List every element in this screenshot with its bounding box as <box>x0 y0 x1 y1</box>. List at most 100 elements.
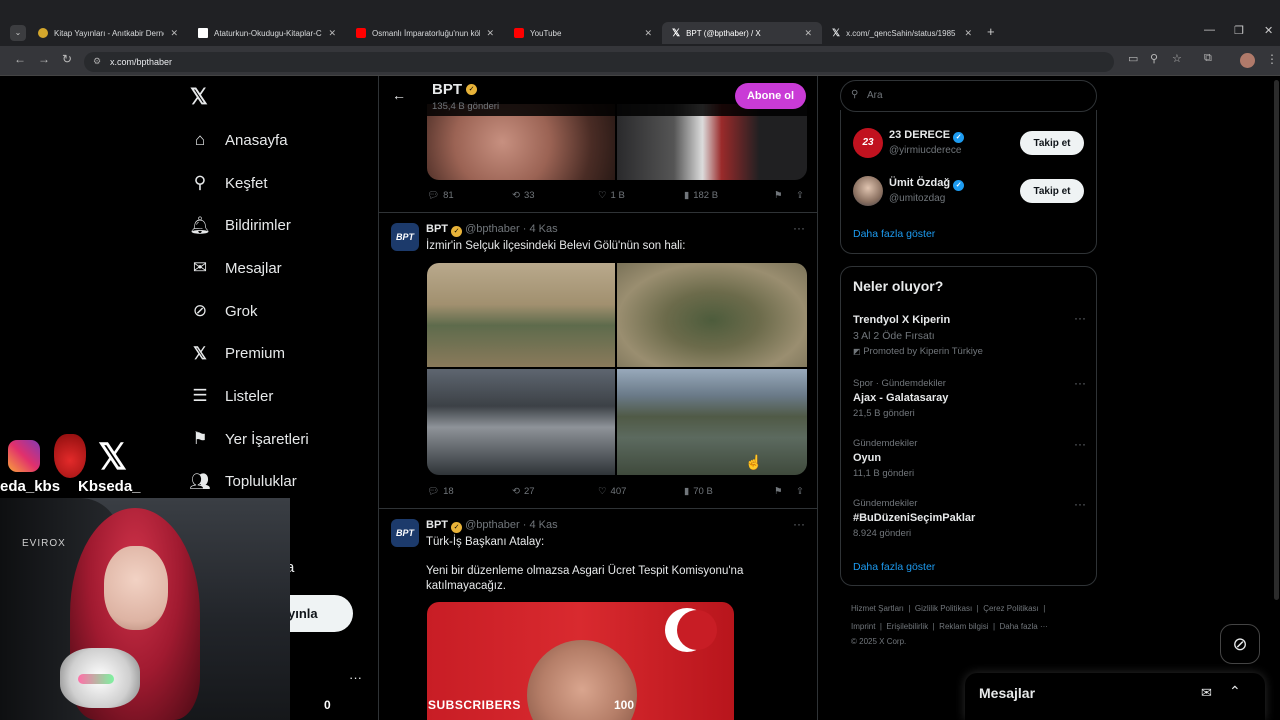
views-button[interactable]: ▮ 182 B <box>684 190 774 201</box>
views-button[interactable]: ▮ 70 B <box>684 486 774 497</box>
back-arrow-icon[interactable]: ← <box>392 87 406 103</box>
tab-close-icon[interactable]: ✕ <box>170 28 178 39</box>
nav-item-bookmarks[interactable]: ⚑ Yer İşaretleri <box>190 418 370 461</box>
new-message-icon[interactable]: ✉ <box>1201 685 1212 701</box>
minimize-button[interactable]: — <box>1204 24 1215 36</box>
avatar[interactable] <box>853 176 883 206</box>
tweet[interactable]: BPT BPT ✓ @bpthaber · 4 Kas ··· Türk-İş B… <box>379 509 817 720</box>
account-more-icon[interactable]: ··· <box>349 670 362 685</box>
suggested-account-name[interactable]: Ümit Özdağ ✓ <box>889 177 965 191</box>
messages-drawer[interactable]: Mesajlar ✉ ⌃ <box>965 673 1265 720</box>
nav-item-home[interactable]: ⌂ Anasayfa <box>190 119 370 162</box>
nav-item-notifications[interactable]: 🔔︎ Bildirimler <box>189 204 370 247</box>
search-input[interactable]: ⚲ Ara <box>840 80 1097 112</box>
back-arrow-icon[interactable]: ← <box>14 52 26 66</box>
like-button[interactable]: ♡ 1 B <box>598 190 684 201</box>
trend-item[interactable]: Spor · Gündemdekiler Ajax - Galatasaray … <box>853 378 1093 419</box>
browser-tab[interactable]: 𝕏x.com/_qencSahin/status/1985 ✕ <box>822 22 982 44</box>
new-tab-button[interactable]: + <box>987 24 995 39</box>
show-more-link[interactable]: Daha fazla göster <box>853 228 935 240</box>
extensions-icon[interactable]: ⧉ <box>1204 52 1212 65</box>
tab-close-icon[interactable]: ✕ <box>644 28 652 39</box>
footer-link[interactable]: Hizmet Şartları <box>851 604 904 613</box>
more-options-icon[interactable]: ··· <box>1074 437 1086 451</box>
zoom-icon[interactable]: ⚲ <box>1150 52 1158 65</box>
browser-tab[interactable]: YouTube ✕ <box>504 22 662 44</box>
home-icon: ⌂ <box>194 130 206 150</box>
show-more-link[interactable]: Daha fazla göster <box>853 561 935 573</box>
avatar[interactable]: 23 <box>853 128 883 158</box>
page-scrollbar[interactable] <box>1274 80 1279 600</box>
follow-button[interactable]: Takip et <box>1020 179 1084 203</box>
browser-tab[interactable]: Kitap Yayınları - Anıtkabir Derne ✕ <box>28 22 188 44</box>
bookmark-star-icon[interactable]: ☆ <box>1172 52 1182 65</box>
retweet-button[interactable]: ⟲ 27 <box>512 486 598 497</box>
footer-link[interactable]: Erişilebilirlik <box>886 622 928 631</box>
gold-verified-icon: ✓ <box>451 522 462 533</box>
footer-link[interactable]: Imprint <box>851 622 875 631</box>
nav-item-premium[interactable]: 𝕏 Premium <box>190 332 370 375</box>
tab-close-icon[interactable]: ✕ <box>328 28 336 39</box>
nav-item-messages[interactable]: ✉ Mesajlar <box>190 247 370 290</box>
nav-item-lists[interactable]: ☰ Listeler <box>190 375 370 418</box>
reply-button[interactable]: 💬︎ 18 <box>427 486 512 497</box>
x-logo-icon[interactable]: 𝕏 <box>190 84 208 110</box>
install-app-icon[interactable]: ▭ <box>1128 52 1138 65</box>
footer-link[interactable]: Reklam bilgisi <box>939 622 988 631</box>
bookmark-icon[interactable]: ⚑ <box>774 190 796 201</box>
suggested-account-name[interactable]: 23 DERECE ✓ <box>889 129 965 143</box>
footer-link[interactable]: Gizlilik Politikası <box>915 604 972 613</box>
more-options-icon[interactable]: ··· <box>1074 311 1086 325</box>
nav-item-grok[interactable]: ⊘ Grok <box>190 290 370 333</box>
tab-close-icon[interactable]: ✕ <box>804 28 812 39</box>
tweet-image[interactable] <box>427 263 615 367</box>
nav-item-explore[interactable]: ⚲ Keşfet <box>190 162 370 205</box>
tweet-text: Türk-İş Başkanı Atalay: <box>426 536 545 548</box>
more-options-icon[interactable]: ··· <box>1074 497 1086 511</box>
instagram-handle: eda_kbs <box>0 478 61 495</box>
bookmark-icon[interactable]: ⚑ <box>774 486 796 497</box>
more-options-icon[interactable]: ··· <box>793 517 805 531</box>
follow-button[interactable]: Takip et <box>1020 131 1084 155</box>
avatar[interactable]: BPT <box>391 223 419 251</box>
forward-arrow-icon[interactable]: → <box>38 52 50 66</box>
tweet-meta: BPT ✓ @bpthaber · 4 Kas <box>426 223 558 237</box>
trend-item[interactable]: Gündemdekiler Oyun 11,1 B gönderi <box>853 438 1093 479</box>
reply-button[interactable]: 💬︎ 81 <box>427 190 512 201</box>
messages-drawer-title: Mesajlar <box>979 685 1036 701</box>
browser-tab-active[interactable]: 𝕏 BPT (@bpthaber) / X ✕ <box>662 22 822 44</box>
grok-floating-button[interactable]: ⊘ <box>1220 624 1260 664</box>
subscribe-button[interactable]: Abone ol <box>735 83 806 109</box>
tab-close-icon[interactable]: ✕ <box>486 28 494 39</box>
share-icon[interactable]: ⇪ <box>796 486 804 497</box>
reload-icon[interactable]: ↻ <box>62 52 72 66</box>
mouse-cursor-icon: ☝ <box>745 454 763 470</box>
tab-close-icon[interactable]: ✕ <box>964 28 972 39</box>
maximize-button[interactable]: ❐ <box>1234 24 1244 37</box>
retweet-button[interactable]: ⟲ 33 <box>512 190 598 201</box>
close-window-button[interactable]: ✕ <box>1264 24 1273 37</box>
like-button[interactable]: ♡ 407 <box>598 486 684 497</box>
tweet-image[interactable] <box>617 263 807 367</box>
tweet-image[interactable] <box>427 369 615 475</box>
url-text: x.com/bpthaber <box>110 57 173 67</box>
browser-tab[interactable]: Ataturkun-Okudugu-Kitaplar-C ✕ <box>188 22 346 44</box>
tweet-image[interactable] <box>617 369 807 475</box>
footer-link[interactable]: Çerez Politikası <box>983 604 1039 613</box>
browser-menu-icon[interactable]: ⋮ <box>1266 52 1278 66</box>
trend-item[interactable]: Gündemdekiler #BuDüzeniSeçimPaklar 8.924… <box>853 498 1093 539</box>
browser-tab[interactable]: Osmanlı İmparatorluğu'nun kök ✕ <box>346 22 504 44</box>
nav-item-communities[interactable]: 👥︎ Topluluklar <box>189 461 370 504</box>
more-options-icon[interactable]: ··· <box>1074 376 1086 390</box>
footer-link[interactable]: Daha fazla ··· <box>1000 622 1048 631</box>
tab-list-button[interactable]: ⌄ <box>10 25 26 41</box>
site-info-icon[interactable]: ⚙ <box>93 56 101 67</box>
share-icon[interactable]: ⇪ <box>796 190 804 201</box>
gold-verified-icon: ✓ <box>451 226 462 237</box>
trend-item[interactable]: Trendyol X Kiperin 3 Al 2 Öde Fırsatı ◩ … <box>853 314 1093 357</box>
avatar[interactable]: BPT <box>391 519 419 547</box>
more-options-icon[interactable]: ··· <box>793 221 805 235</box>
expand-up-icon[interactable]: ⌃ <box>1229 683 1241 700</box>
profile-avatar[interactable] <box>1240 53 1255 68</box>
address-bar[interactable]: ⚙ x.com/bpthaber <box>84 52 1114 72</box>
